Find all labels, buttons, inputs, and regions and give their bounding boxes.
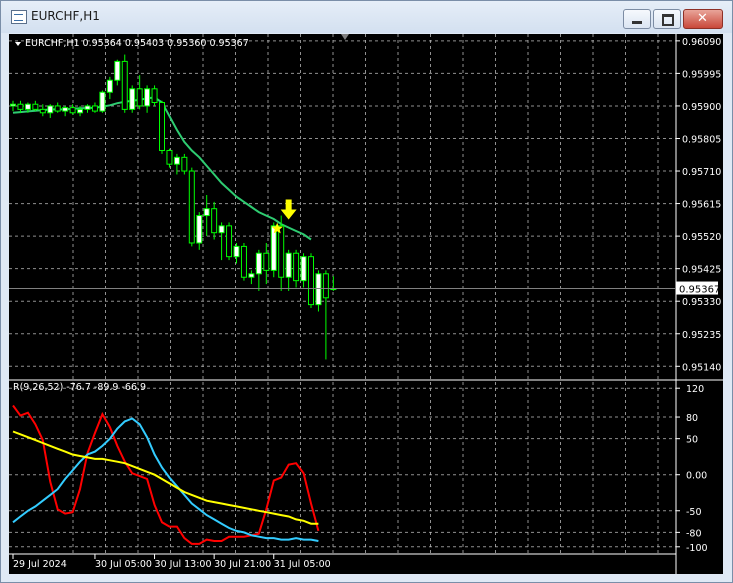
candle-body bbox=[240, 245, 247, 278]
time-axis: 29 Jul 2024 30 Jul 05:00 30 Jul 13:00 30 Ju… bbox=[12, 554, 331, 570]
oscillator-header: R(9,26,52) -76.7 -89.9 -66.9 bbox=[13, 382, 146, 393]
osc-tick-label: 0.00 bbox=[686, 471, 707, 482]
candle-body bbox=[32, 103, 39, 110]
close-icon: ✕ bbox=[697, 11, 708, 26]
minimize-button[interactable] bbox=[623, 9, 651, 29]
price-tick-label: 0.95710 bbox=[682, 167, 721, 178]
price-tick-label: 0.95995 bbox=[682, 69, 721, 80]
candle-body bbox=[24, 103, 31, 110]
title-bar[interactable]: EURCHF,H1 ✕ bbox=[1, 1, 732, 33]
candle-body bbox=[91, 105, 98, 112]
chart-svg[interactable]: 0.96090 0.95995 0.95900 0.95805 0.95710 0.956… bbox=[9, 34, 723, 574]
chart-window-icon bbox=[11, 10, 27, 24]
candle-body bbox=[233, 245, 240, 258]
candle-body bbox=[278, 225, 285, 278]
candle-body bbox=[166, 149, 173, 165]
candle-body bbox=[159, 102, 165, 151]
osc-tick-label: 80 bbox=[686, 413, 698, 424]
close-button[interactable]: ✕ bbox=[683, 9, 723, 29]
candle-body bbox=[263, 252, 270, 271]
maximize-button[interactable] bbox=[653, 9, 681, 29]
price-tick-label: 0.95235 bbox=[682, 330, 721, 341]
candle-body bbox=[285, 252, 292, 278]
time-tick-label: 29 Jul 2024 bbox=[13, 559, 67, 570]
oscillator-axis: 120 80 50 0.00 -50 -80 -100 bbox=[676, 384, 708, 554]
collapse-triangle-icon[interactable] bbox=[15, 42, 21, 46]
candle-body bbox=[315, 273, 322, 306]
candle-body bbox=[270, 225, 277, 271]
candle-body bbox=[181, 156, 188, 172]
candle-body bbox=[144, 88, 151, 107]
osc-tick-label: 50 bbox=[686, 435, 698, 446]
minimize-icon bbox=[632, 21, 642, 24]
candle-body bbox=[218, 225, 225, 234]
time-tick-label: 30 Jul 13:00 bbox=[155, 559, 212, 570]
candle-body bbox=[196, 215, 203, 244]
candle-body bbox=[129, 88, 136, 110]
candle-body bbox=[203, 208, 210, 217]
candle-body bbox=[300, 256, 307, 282]
candle-body bbox=[322, 273, 329, 299]
candle-body bbox=[17, 103, 24, 110]
price-tick-label: 0.95900 bbox=[682, 102, 721, 113]
candle-body bbox=[10, 103, 16, 107]
candle-body bbox=[106, 79, 113, 93]
candle-body bbox=[54, 105, 61, 112]
shift-marker[interactable] bbox=[341, 34, 349, 40]
candle-body bbox=[39, 108, 46, 114]
window-title: EURCHF,H1 bbox=[31, 9, 100, 23]
candle-body bbox=[255, 252, 262, 275]
price-tick-label: 0.95520 bbox=[682, 232, 721, 243]
candle-body bbox=[136, 88, 143, 107]
price-axis: 0.96090 0.95995 0.95900 0.95805 0.95710 0.956… bbox=[676, 37, 721, 373]
current-price-tag: 0.95367 bbox=[676, 281, 720, 296]
price-tick-label: 0.95805 bbox=[682, 134, 721, 145]
price-tick-label: 0.96090 bbox=[682, 37, 721, 48]
candle-body bbox=[84, 105, 91, 110]
candle-body bbox=[211, 208, 218, 234]
candle-body bbox=[99, 91, 106, 112]
current-price-label: 0.95367 bbox=[679, 285, 720, 296]
price-tick-label: 0.95615 bbox=[682, 200, 721, 211]
price-tick-label: 0.95330 bbox=[682, 297, 721, 308]
candle-body bbox=[226, 225, 233, 258]
candle-body bbox=[47, 105, 54, 114]
chart-grid bbox=[9, 34, 676, 554]
osc-tick-label: -50 bbox=[686, 507, 702, 518]
osc-tick-label: 120 bbox=[686, 384, 704, 395]
candle-body bbox=[248, 273, 255, 278]
candle-body bbox=[188, 170, 195, 244]
oscillator-cyan-line bbox=[12, 417, 319, 542]
chart-header: EURCHF,H1 0.95364 0.95403 0.95360 0.9536… bbox=[25, 38, 249, 49]
candle-body bbox=[173, 156, 180, 165]
sell-arrow-icon bbox=[280, 199, 297, 220]
candle-body bbox=[114, 60, 121, 81]
price-tick-label: 0.95140 bbox=[682, 362, 721, 373]
candle-body bbox=[77, 108, 84, 114]
candle-body bbox=[62, 107, 69, 112]
candle-body bbox=[69, 107, 76, 114]
candle-body bbox=[121, 60, 128, 110]
candle-body bbox=[293, 252, 300, 282]
osc-tick-label: -100 bbox=[686, 543, 708, 554]
osc-tick-label: -80 bbox=[686, 528, 702, 539]
time-tick-label: 30 Jul 05:00 bbox=[95, 559, 152, 570]
maximize-icon bbox=[662, 14, 674, 26]
chart-area[interactable]: 0.96090 0.95995 0.95900 0.95805 0.95710 0.956… bbox=[9, 34, 723, 574]
candle-body bbox=[151, 88, 158, 104]
time-tick-label: 31 Jul 05:00 bbox=[274, 559, 331, 570]
candle-body bbox=[308, 256, 314, 306]
terminal-window: EURCHF,H1 ✕ 0.96090 0.95995 0.95900 0.95805… bbox=[0, 0, 733, 583]
price-tick-label: 0.95425 bbox=[682, 265, 721, 276]
time-tick-label: 30 Jul 21:00 bbox=[214, 559, 271, 570]
